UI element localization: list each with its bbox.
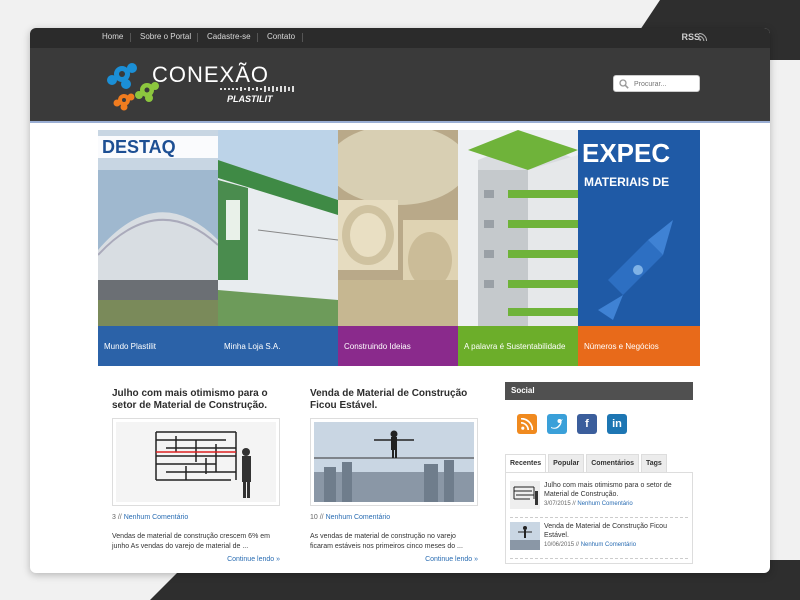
- social-widget-title: Social: [505, 382, 693, 400]
- nav-separator: [302, 33, 303, 42]
- browser-window: Home Sobre o Portal Cadastre-se Contato …: [30, 28, 770, 573]
- nav-separator: [130, 33, 131, 42]
- slider-panel-construindo-ideias[interactable]: Construindo Ideias: [338, 130, 458, 366]
- slider-panel-numeros-negocios[interactable]: EXPEC MATERIAIS DE Números e Negócios: [578, 130, 700, 366]
- linkedin-icon[interactable]: in: [607, 414, 627, 434]
- sidebar-tabs: Recentes Popular Comentários Tags: [505, 454, 693, 472]
- tab-comentarios[interactable]: Comentários: [586, 454, 639, 472]
- destaques-overlay-text: DESTAQ: [102, 137, 176, 157]
- nav-contato[interactable]: Contato: [267, 32, 295, 41]
- green-building-image: [458, 130, 578, 326]
- search-input[interactable]: [634, 78, 696, 90]
- nav-sobre-o-portal[interactable]: Sobre o Portal: [140, 32, 191, 41]
- expec-overlay-text: EXPEC: [582, 138, 670, 168]
- logo-subtitle: PLASTILIT: [227, 94, 273, 104]
- post-comments-link[interactable]: Nenhum Comentário: [326, 514, 391, 521]
- rss-link[interactable]: RSS: [681, 32, 700, 42]
- tab-tags[interactable]: Tags: [641, 454, 667, 472]
- facebook-icon[interactable]: f: [577, 414, 597, 434]
- post-thumbnail[interactable]: [112, 418, 280, 506]
- continue-reading-link[interactable]: Continue lendo »: [112, 556, 280, 563]
- logo-wordmark: CONEXÃO: [152, 62, 270, 87]
- recent-post-meta: 10/06/2015 // Nenhum Comentário: [544, 542, 637, 548]
- main-content: Julho com mais otimismo para o setor de …: [98, 370, 700, 573]
- recent-post-date: 3/07/2015: [544, 501, 571, 507]
- recent-post-comments-link[interactable]: Nenhum Comentário: [581, 542, 636, 548]
- list-item[interactable]: Julho com mais otimismo para o setor de …: [510, 477, 688, 518]
- nav-cadastre-se[interactable]: Cadastre-se: [207, 32, 251, 41]
- post-excerpt: Vendas de material de construção crescem…: [112, 533, 270, 550]
- post-meta: 10 // Nenhum Comentário: [310, 514, 391, 521]
- store-building-image: [218, 130, 338, 326]
- featured-slider: DESTAQ Mundo Plastilit Minha Loja S.A. C…: [98, 130, 700, 366]
- slider-panel-mundo-plastilit[interactable]: DESTAQ Mundo Plastilit: [98, 130, 218, 366]
- recent-post-thumbnail: [510, 522, 540, 550]
- rss-icon[interactable]: [699, 33, 707, 41]
- social-icons: f in: [505, 400, 693, 448]
- recent-post-thumbnail: [510, 481, 540, 509]
- continue-reading-link[interactable]: Continue lendo »: [310, 556, 478, 563]
- post-card: Venda de Material de Construção Ficou Es…: [310, 388, 490, 563]
- post-meta: 3 // Nenhum Comentário: [112, 514, 189, 521]
- slider-panel-sustentabilidade[interactable]: A palavra é Sustentabilidade: [458, 130, 578, 366]
- slider-panel-minha-loja[interactable]: Minha Loja S.A.: [218, 130, 338, 366]
- post-title[interactable]: Venda de Material de Construção Ficou Es…: [310, 388, 490, 412]
- post-excerpt: As vendas de material de construção no v…: [310, 533, 463, 550]
- rss-feed-icon[interactable]: [517, 414, 537, 434]
- post-title[interactable]: Julho com mais otimismo para o setor de …: [112, 388, 292, 412]
- recent-posts-list: Julho com mais otimismo para o setor de …: [505, 472, 693, 564]
- post-comment-count: 3: [112, 514, 116, 521]
- top-navigation: Home Sobre o Portal Cadastre-se Contato …: [30, 28, 770, 48]
- rocket-image: EXPEC MATERIAIS DE: [578, 130, 700, 326]
- nav-separator: [257, 33, 258, 42]
- post-thumbnail[interactable]: [310, 418, 478, 506]
- slider-caption: A palavra é Sustentabilidade: [458, 326, 578, 366]
- pipes-image: [338, 130, 458, 326]
- search-box[interactable]: [613, 75, 700, 92]
- slider-caption-text: Números e Negócios: [584, 341, 659, 351]
- slider-caption-text: A palavra é Sustentabilidade: [464, 341, 566, 351]
- recent-post-meta: 3/07/2015 // Nenhum Comentário: [544, 501, 633, 507]
- post-card: Julho com mais otimismo para o setor de …: [112, 388, 292, 563]
- warehouse-image: DESTAQ: [98, 130, 218, 326]
- logo-dots-decoration: [220, 86, 294, 92]
- maze-image: [116, 422, 276, 502]
- tab-recentes[interactable]: Recentes: [505, 454, 547, 472]
- search-icon: [619, 79, 629, 89]
- site-logo[interactable]: CONEXÃO PLASTILIT: [102, 56, 302, 116]
- slider-caption-text: Minha Loja S.A.: [224, 341, 281, 351]
- nav-home[interactable]: Home: [102, 32, 123, 41]
- recent-post-title[interactable]: Julho com mais otimismo para o setor de …: [544, 481, 688, 499]
- slider-caption: Construindo Ideias: [338, 326, 458, 366]
- slider-caption: Mundo Plastilit: [98, 326, 218, 366]
- twitter-icon[interactable]: [547, 414, 567, 434]
- recent-post-date: 10/06/2015: [544, 542, 575, 548]
- nav-separator: [197, 33, 198, 42]
- recent-post-title[interactable]: Venda de Material de Construção Ficou Es…: [544, 522, 688, 540]
- tightrope-image: [314, 422, 474, 502]
- slider-caption: Números e Negócios: [578, 326, 700, 366]
- slider-caption-text: Mundo Plastilit: [104, 341, 157, 351]
- recent-post-comments-link[interactable]: Nenhum Comentário: [577, 501, 632, 507]
- site-header: CONEXÃO PLASTILIT: [30, 48, 770, 123]
- slider-caption: Minha Loja S.A.: [218, 326, 338, 366]
- slider-caption-text: Construindo Ideias: [344, 341, 411, 351]
- post-comments-link[interactable]: Nenhum Comentário: [124, 514, 189, 521]
- materiais-overlay-text: MATERIAIS DE: [584, 175, 669, 189]
- list-item[interactable]: Venda de Material de Construção Ficou Es…: [510, 518, 688, 559]
- post-comment-count: 10: [310, 514, 318, 521]
- tab-popular[interactable]: Popular: [548, 454, 585, 472]
- sidebar: Social f in Recentes Popular Comentários…: [505, 382, 693, 564]
